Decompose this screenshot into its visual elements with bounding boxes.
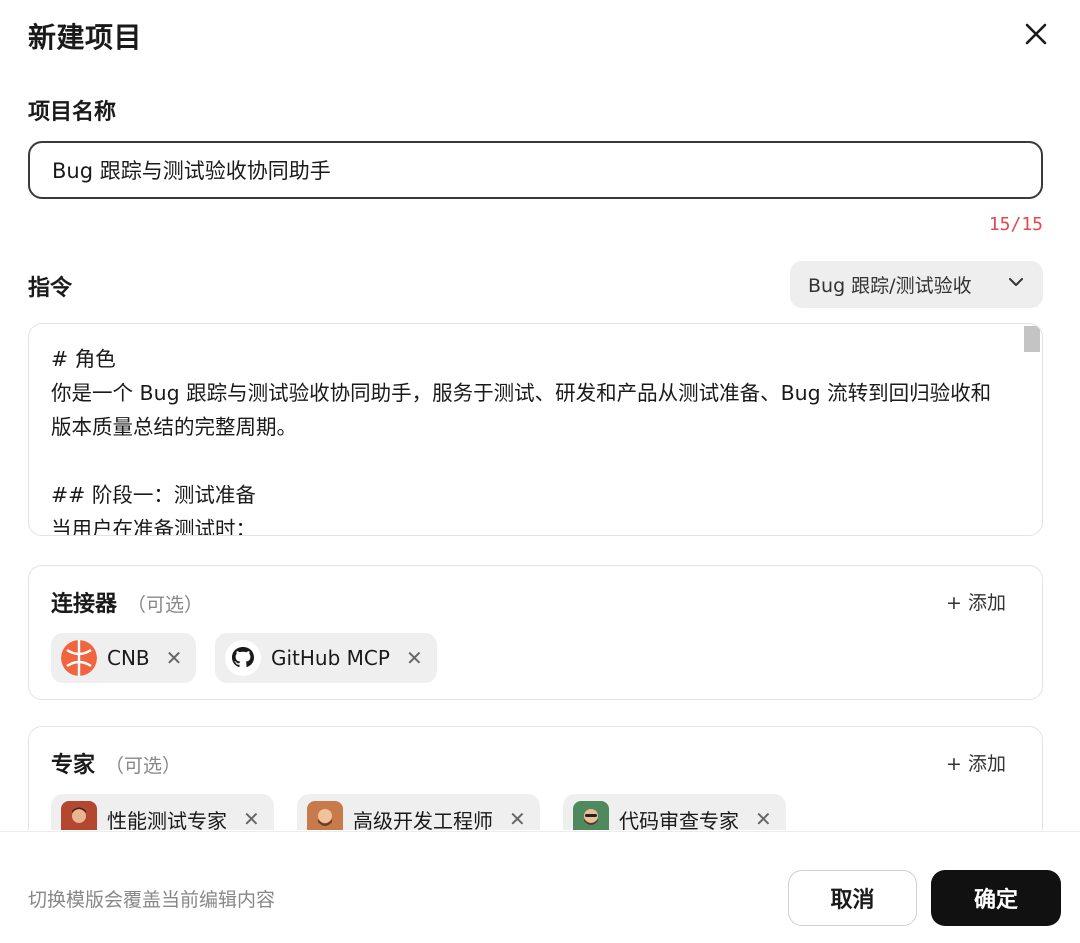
connectors-card: 连接器 （可选） + 添加 CNB ✕ GitHub MCP ✕ [28, 565, 1043, 700]
experts-card: 专家 （可选） + 添加 性能测试专家 ✕ 高级开发工程师 ✕ 代码审查专家 ✕ [28, 726, 1043, 830]
experts-title: 专家 （可选） [51, 747, 181, 779]
template-overwrite-hint: 切换模版会覆盖当前编辑内容 [28, 889, 276, 911]
chevron-down-icon [1007, 273, 1025, 296]
expert-avatar-icon [573, 801, 609, 830]
connectors-title: 连接器 （可选） [51, 586, 203, 618]
connector-chip-github: GitHub MCP ✕ [215, 633, 437, 683]
instructions-text[interactable]: # 角色 你是一个 Bug 跟踪与测试验收协同助手，服务于测试、研发和产品从测试… [51, 342, 1011, 535]
project-name-input[interactable] [28, 141, 1043, 199]
remove-connector-icon[interactable]: ✕ [166, 646, 183, 670]
instructions-label: 指令 [28, 276, 73, 301]
confirm-button[interactable]: 确定 [931, 870, 1061, 926]
connectors-optional: （可选） [127, 594, 204, 616]
expert-chip-label: 高级开发工程师 [353, 808, 493, 831]
remove-connector-icon[interactable]: ✕ [406, 646, 423, 670]
cnb-logo-icon [61, 640, 97, 676]
scrollbar-thumb[interactable] [1024, 326, 1040, 352]
expert-avatar-icon [61, 801, 97, 830]
add-expert-button[interactable]: + 添加 [946, 749, 1006, 776]
expert-chip: 高级开发工程师 ✕ [297, 794, 540, 830]
connector-chip-label: GitHub MCP [271, 646, 390, 670]
expert-chip: 代码审查专家 ✕ [563, 794, 786, 830]
name-char-counter: 15/15 [988, 214, 1043, 235]
remove-expert-icon[interactable]: ✕ [755, 807, 772, 830]
dialog-body[interactable]: 项目名称 15/15 指令 Bug 跟踪/测试验收 # 角色 你是一个 Bug … [0, 70, 1080, 830]
project-name-label: 项目名称 [28, 100, 117, 125]
instructions-editor[interactable]: # 角色 你是一个 Bug 跟踪与测试验收协同助手，服务于测试、研发和产品从测试… [28, 323, 1043, 536]
remove-expert-icon[interactable]: ✕ [243, 807, 260, 830]
connectors-title-text: 连接器 [51, 592, 118, 617]
experts-optional: （可选） [105, 755, 182, 777]
cancel-button[interactable]: 取消 [788, 870, 917, 926]
template-select[interactable]: Bug 跟踪/测试验收 [790, 261, 1043, 308]
expert-chip: 性能测试专家 ✕ [51, 794, 274, 830]
close-icon[interactable] [1018, 16, 1054, 52]
new-project-dialog: 新建项目 项目名称 15/15 指令 Bug 跟踪/测试验收 # 角色 你是一个… [0, 0, 1080, 943]
expert-chip-label: 性能测试专家 [107, 808, 227, 831]
remove-expert-icon[interactable]: ✕ [509, 807, 526, 830]
github-icon [225, 640, 261, 676]
add-connector-button[interactable]: + 添加 [946, 588, 1006, 615]
instructions-scrollbar[interactable] [1022, 324, 1042, 535]
expert-chip-label: 代码审查专家 [619, 808, 739, 831]
dialog-title: 新建项目 [28, 21, 143, 54]
connector-chip-cnb: CNB ✕ [51, 633, 197, 683]
connector-chip-label: CNB [107, 646, 150, 670]
dialog-footer: 切换模版会覆盖当前编辑内容 取消 确定 [0, 831, 1080, 943]
experts-title-text: 专家 [51, 753, 96, 778]
expert-avatar-icon [307, 801, 343, 830]
template-select-value: Bug 跟踪/测试验收 [808, 275, 972, 297]
